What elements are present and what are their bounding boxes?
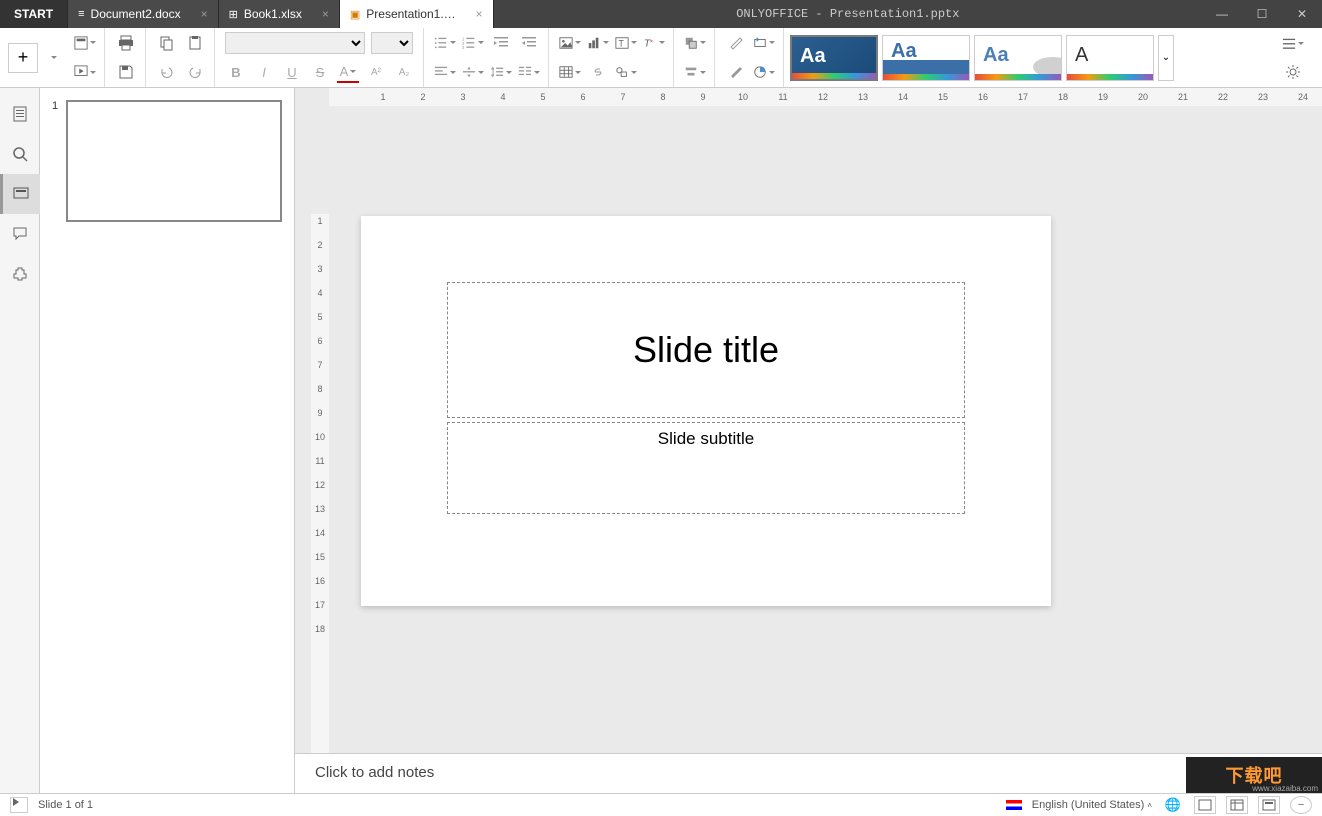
- svg-text:×: ×: [650, 39, 653, 45]
- slide-size-button[interactable]: [753, 32, 775, 54]
- vertical-ruler: 123456789101112131415161718: [311, 214, 329, 753]
- subscript-button[interactable]: A₂: [393, 61, 415, 83]
- bold-button[interactable]: B: [225, 61, 247, 83]
- presentation-icon: ▣: [350, 8, 360, 21]
- redo-button[interactable]: [184, 61, 206, 83]
- tab-document[interactable]: ≡ Document2.docx ×: [68, 0, 218, 28]
- spell-check-button[interactable]: 🌐: [1162, 794, 1184, 816]
- arrange-button[interactable]: [684, 32, 706, 54]
- slide-counter: Slide 1 of 1: [38, 799, 93, 811]
- notes-area[interactable]: Click to add notes ▲▼: [295, 753, 1322, 793]
- thumb-number: 1: [52, 100, 66, 222]
- slide-thumbnails-panel: 1: [40, 88, 295, 793]
- slide-thumbnail[interactable]: [66, 100, 282, 222]
- strike-button[interactable]: S: [309, 61, 331, 83]
- insert-image-button[interactable]: [559, 32, 581, 54]
- theme-3[interactable]: Aa: [974, 35, 1062, 81]
- clear-style-button[interactable]: [725, 32, 747, 54]
- horizontal-ruler: 1234567891011121314151617181920212223242…: [329, 88, 1322, 106]
- slide-canvas[interactable]: Slide title Slide subtitle: [361, 216, 1051, 606]
- slide-subtitle-placeholder[interactable]: Slide subtitle: [447, 422, 965, 514]
- svg-text:T: T: [619, 38, 625, 48]
- font-size-select[interactable]: [371, 32, 413, 54]
- columns-button[interactable]: [518, 61, 540, 83]
- decrease-indent-button[interactable]: [490, 32, 512, 54]
- search-button[interactable]: [0, 134, 40, 174]
- insert-textart-button[interactable]: T×: [643, 32, 665, 54]
- flag-icon: [1006, 800, 1022, 810]
- underline-button[interactable]: U: [281, 61, 303, 83]
- theme-1[interactable]: Aa: [790, 35, 878, 81]
- bullets-button[interactable]: [434, 32, 456, 54]
- minimize-button[interactable]: —: [1202, 0, 1242, 28]
- superscript-button[interactable]: A²: [365, 61, 387, 83]
- themes-dropdown[interactable]: ⌄: [1158, 35, 1174, 81]
- tab-label: Presentation1.…: [366, 7, 455, 21]
- insert-chart-button[interactable]: [587, 32, 609, 54]
- line-spacing-button[interactable]: [490, 61, 512, 83]
- comments-button[interactable]: [0, 214, 40, 254]
- add-slide-dropdown[interactable]: [42, 47, 64, 69]
- layout-button[interactable]: [74, 32, 96, 54]
- add-slide-button[interactable]: +: [8, 43, 38, 73]
- save-button[interactable]: [115, 61, 137, 83]
- doc-icon: ≡: [78, 8, 84, 20]
- insert-link-button[interactable]: [587, 61, 609, 83]
- numbering-button[interactable]: 123: [462, 32, 484, 54]
- insert-table-button[interactable]: [559, 61, 581, 83]
- watermark: 下载吧 www.xiazaiba.com: [1186, 757, 1322, 793]
- increase-indent-button[interactable]: [518, 32, 540, 54]
- view-settings-button[interactable]: [1282, 33, 1304, 55]
- start-tab[interactable]: START: [0, 0, 68, 28]
- sheet-icon: ⊞: [229, 8, 238, 21]
- tab-label: Book1.xlsx: [244, 7, 302, 21]
- font-name-select[interactable]: [225, 32, 365, 54]
- play-button[interactable]: [74, 61, 96, 83]
- close-window-button[interactable]: ✕: [1282, 0, 1322, 28]
- slide-title-placeholder[interactable]: Slide title: [447, 282, 965, 418]
- file-menu-button[interactable]: [0, 94, 40, 134]
- slides-panel-button[interactable]: [0, 174, 40, 214]
- paste-button[interactable]: [184, 32, 206, 54]
- fit-page-button[interactable]: [1258, 796, 1280, 814]
- presentation-play-icon[interactable]: [10, 797, 28, 813]
- close-icon[interactable]: ×: [322, 7, 329, 21]
- print-button[interactable]: [115, 32, 137, 54]
- tab-label: Document2.docx: [91, 7, 181, 21]
- valign-button[interactable]: [462, 61, 484, 83]
- insert-text-button[interactable]: T: [615, 32, 637, 54]
- fit-width-button[interactable]: [1226, 796, 1248, 814]
- halign-button[interactable]: [434, 61, 456, 83]
- app-title: ONLYOFFICE - Presentation1.pptx: [494, 0, 1202, 28]
- maximize-button[interactable]: ☐: [1242, 0, 1282, 28]
- insert-shape-button[interactable]: [615, 61, 637, 83]
- copy-style-button[interactable]: [725, 61, 747, 83]
- tab-spreadsheet[interactable]: ⊞ Book1.xlsx ×: [219, 0, 340, 28]
- settings-button[interactable]: [1282, 61, 1304, 83]
- tab-presentation[interactable]: ▣ Presentation1.… ×: [340, 0, 494, 28]
- color-scheme-button[interactable]: [753, 61, 775, 83]
- italic-button[interactable]: I: [253, 61, 275, 83]
- copy-button[interactable]: [156, 32, 178, 54]
- theme-2[interactable]: Aa: [882, 35, 970, 81]
- font-color-button[interactable]: A: [337, 61, 359, 83]
- theme-4[interactable]: A: [1066, 35, 1154, 81]
- zoom-out-button[interactable]: −: [1290, 796, 1312, 814]
- plugins-button[interactable]: [0, 254, 40, 294]
- svg-text:3: 3: [462, 45, 465, 50]
- undo-button[interactable]: [156, 61, 178, 83]
- close-icon[interactable]: ×: [201, 7, 208, 21]
- fit-slide-button[interactable]: [1194, 796, 1216, 814]
- close-icon[interactable]: ×: [476, 7, 483, 21]
- align-objects-button[interactable]: [684, 61, 706, 83]
- language-select[interactable]: English (United States) ˄: [1032, 799, 1152, 811]
